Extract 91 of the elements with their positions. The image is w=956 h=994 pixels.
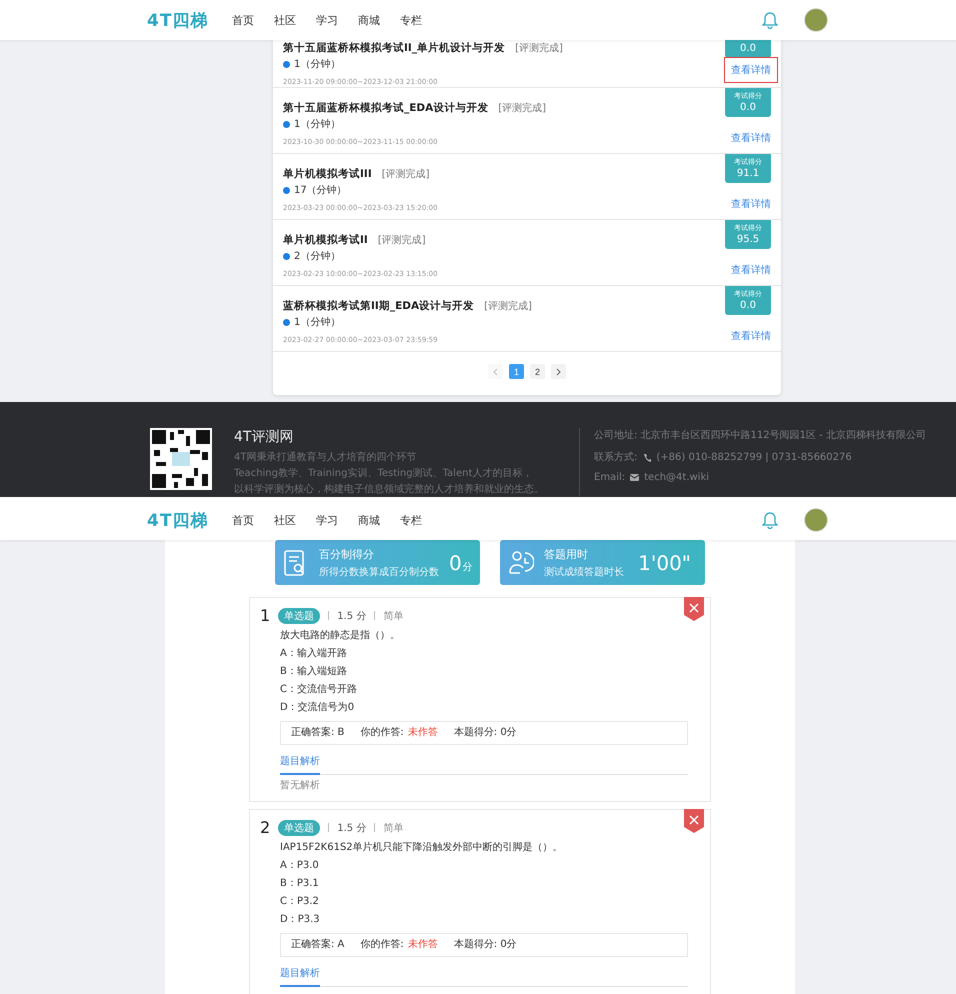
nav-link[interactable]: 首页	[232, 12, 254, 28]
your-answer-value: 未作答	[408, 938, 438, 952]
email-label: Email:	[594, 472, 626, 483]
your-answer-value: 未作答	[408, 726, 438, 740]
chevron-left-icon	[493, 368, 498, 376]
answer-option: A：P3.0	[280, 859, 688, 873]
exam-title: 单片机模拟考试II	[283, 233, 368, 247]
answer-option: A：输入端开路	[280, 647, 688, 661]
view-details-link[interactable]: 查看详情	[728, 327, 774, 345]
bell-icon[interactable]	[762, 511, 778, 529]
stat-subtitle: 测试成绩答题时长	[544, 566, 625, 578]
score-value: 0.0	[740, 300, 756, 311]
nav-link[interactable]: 学习	[316, 512, 338, 528]
exam-status: [评测完成]	[498, 102, 546, 115]
correct-answer: 正确答案: B	[291, 726, 344, 740]
view-details-link[interactable]: 查看详情	[728, 195, 774, 213]
stat-value: 0	[449, 550, 462, 574]
user-avatar[interactable]	[804, 508, 828, 532]
view-details-link[interactable]: 查看详情	[728, 129, 774, 147]
question-number: 1	[260, 606, 270, 625]
exam-title: 蓝桥杯模拟考试第II期_EDA设计与开发	[283, 299, 474, 313]
bell-icon[interactable]	[762, 11, 778, 29]
exam-duration: 1（分钟）	[294, 58, 340, 71]
question-score: 本题得分: 0分	[454, 938, 517, 952]
question-points: 1.5 分	[337, 822, 366, 834]
answer-option: B：P3.1	[280, 877, 688, 891]
question-type-tag: 单选题	[278, 608, 320, 624]
nav-link[interactable]: 社区	[274, 12, 296, 28]
question-stem: IAP15F2K61S2单片机只能下降沿触发外部中断的引脚是（）。	[280, 841, 564, 855]
nav-link[interactable]: 商城	[358, 512, 380, 528]
analysis-text: 暂无解析	[280, 779, 321, 793]
exam-duration: 1（分钟）	[294, 316, 340, 329]
score-value: 95.5	[736, 234, 760, 245]
your-answer-label: 你的作答:	[360, 726, 404, 740]
qr-code-icon	[150, 428, 212, 490]
person-clock-icon	[508, 548, 534, 576]
view-details-link[interactable]: 查看详情	[728, 261, 774, 279]
score-value: 0.0	[740, 43, 756, 54]
footer-text: 以科学评测为核心，构建电子信息领域完整的人才培养和就业的生态。	[234, 483, 545, 496]
question-type-tag: 单选题	[278, 820, 320, 836]
next-page-button[interactable]	[551, 364, 566, 379]
stat-title: 百分制得分	[319, 546, 375, 562]
correct-answer: 正确答案: A	[291, 938, 344, 952]
view-details-link[interactable]: 查看详情	[725, 58, 777, 82]
nav-link[interactable]: 社区	[274, 512, 296, 528]
question-score: 本题得分: 0分	[454, 726, 517, 740]
exam-duration: 2（分钟）	[294, 250, 340, 263]
analysis-tab[interactable]: 题目解析	[280, 965, 320, 987]
stat-title: 答题用时	[544, 546, 589, 562]
nav-link[interactable]: 商城	[358, 12, 380, 28]
analysis-tab[interactable]: 题目解析	[280, 753, 320, 775]
nav-link[interactable]: 专栏	[400, 12, 422, 28]
stat-subtitle: 所得分数换算成百分制分数	[319, 566, 439, 578]
your-answer-label: 你的作答:	[360, 938, 404, 952]
score-value: 91.1	[736, 168, 760, 179]
phone-icon	[642, 452, 652, 462]
exam-status: [评测完成]	[484, 300, 532, 313]
nav-link[interactable]: 首页	[232, 512, 254, 528]
answer-option: C：交流信号开路	[280, 683, 688, 697]
question-stem: 放大电路的静态是指（）。	[280, 629, 401, 643]
nav-link[interactable]: 专栏	[400, 512, 422, 528]
question-points: 1.5 分	[337, 610, 366, 622]
exam-status: [评测完成]	[382, 168, 430, 181]
answer-option: C：P3.2	[280, 895, 688, 909]
exam-duration: 17（分钟）	[294, 184, 347, 197]
chevron-right-icon	[556, 368, 561, 376]
question-number: 2	[260, 818, 270, 837]
company-address: 公司地址: 北京市丰台区西四环中路112号阅园1区 - 北京四梯科技有限公司	[594, 428, 926, 442]
exam-status: [评测完成]	[378, 234, 426, 247]
answer-option: B：输入端短路	[280, 665, 688, 679]
stat-unit: 分	[462, 560, 473, 574]
footer-text: Teaching教学、Training实训、Testing测试、Talent人才的目标，	[234, 467, 534, 480]
answer-option: D：P3.3	[280, 913, 688, 927]
exam-duration: 1（分钟）	[294, 118, 340, 131]
footer-text: 4T网秉承打通教育与人才培育的四个环节	[234, 451, 418, 464]
answer-option: D：交流信号为0	[280, 701, 688, 715]
phone-number: (+86) 010-88252799 | 0731-85660276	[656, 452, 852, 462]
exam-title: 单片机模拟考试III	[283, 167, 372, 181]
question-difficulty: 简单	[383, 822, 404, 834]
exam-status: [评测完成]	[515, 42, 563, 55]
nav-link[interactable]: 学习	[316, 12, 338, 28]
stat-value: 1'00"	[638, 550, 691, 574]
footer-title: 4T评测网	[234, 428, 294, 446]
score-value: 0.0	[740, 102, 756, 113]
page-button[interactable]: 2	[530, 364, 545, 379]
mail-icon	[630, 474, 640, 481]
exam-title: 第十五届蓝桥杯模拟考试II_单片机设计与开发	[283, 41, 506, 55]
exam-title: 第十五届蓝桥杯模拟考试_EDA设计与开发	[283, 101, 488, 115]
user-avatar[interactable]	[804, 8, 828, 32]
question-difficulty: 简单	[383, 610, 404, 622]
contact-label: 联系方式:	[594, 450, 638, 464]
